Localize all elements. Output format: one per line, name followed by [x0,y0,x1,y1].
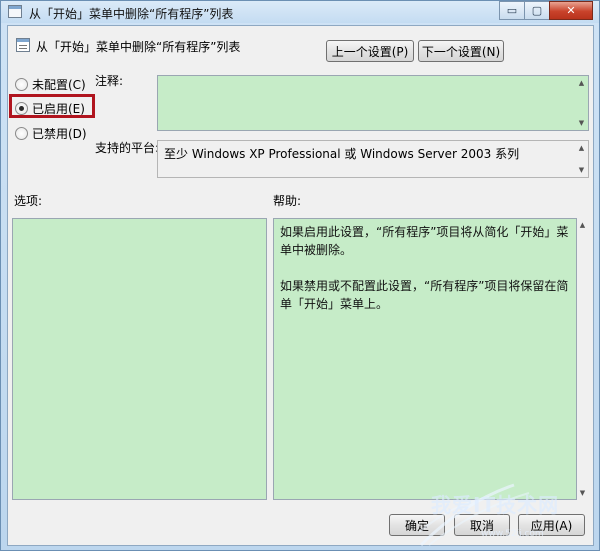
close-icon: ✕ [566,4,576,17]
maximize-icon: ▢ [531,4,543,17]
apply-button[interactable]: 应用(A) [518,514,585,536]
next-setting-button[interactable]: 下一个设置(N) [418,40,504,62]
radio-not-configured[interactable]: 未配置(C) [15,76,86,93]
help-label: 帮助: [273,194,302,208]
minimize-icon: ▭ [506,4,518,17]
policy-setting-icon [8,5,22,18]
scroll-up-icon[interactable]: ▲ [580,221,585,229]
close-button[interactable]: ✕ [549,1,593,20]
comment-scrollbar[interactable]: ▲ ▼ [577,79,586,127]
platform-scrollbar[interactable]: ▲ ▼ [577,144,586,174]
help-paragraph: 如果禁用或不配置此设置，“所有程序”项目将保留在简单「开始」菜单上。 [280,279,569,311]
setting-title: 从「开始」菜单中删除“所有程序”列表 [36,40,241,54]
scroll-down-icon[interactable]: ▼ [580,489,585,497]
dialog-client-area: 从「开始」菜单中删除“所有程序”列表 上一个设置(P) 下一个设置(N) 未配置… [7,25,594,546]
options-label: 选项: [14,194,43,208]
radio-circle[interactable] [15,78,28,91]
scroll-down-icon[interactable]: ▼ [579,119,584,127]
comment-label: 注释: [95,74,124,88]
supported-on-label: 支持的平台: [95,141,160,155]
window-controls: ▭ ▢ ✕ [499,1,593,20]
dialog-window: 从「开始」菜单中删除“所有程序”列表 ▭ ▢ ✕ 从「开始」菜单中删除“所有程序… [0,0,600,551]
cancel-button[interactable]: 取消 [454,514,510,536]
radio-disabled[interactable]: 已禁用(D) [15,125,87,142]
maximize-button[interactable]: ▢ [524,1,550,20]
radio-label: 未配置(C) [32,78,86,92]
minimize-button[interactable]: ▭ [499,1,525,20]
help-paragraph: 如果启用此设置，“所有程序”项目将从简化「开始」菜单中被删除。 [280,225,569,257]
radio-circle[interactable] [15,127,28,140]
help-scrollbar[interactable]: ▲ ▼ [577,218,588,500]
previous-setting-button[interactable]: 上一个设置(P) [326,40,414,62]
window-title: 从「开始」菜单中删除“所有程序”列表 [29,7,234,21]
title-bar[interactable]: 从「开始」菜单中删除“所有程序”列表 ▭ ▢ ✕ [1,1,599,23]
supported-on-box: 至少 Windows XP Professional 或 Windows Ser… [157,140,589,178]
setting-icon [16,38,30,52]
ok-button[interactable]: 确定 [389,514,445,536]
scroll-up-icon[interactable]: ▲ [579,144,584,152]
comment-textarea[interactable]: ▲ ▼ [157,75,589,131]
enabled-highlight-box [9,94,95,118]
supported-on-text: 至少 Windows XP Professional 或 Windows Ser… [164,147,520,161]
scroll-up-icon[interactable]: ▲ [579,79,584,87]
options-panel [12,218,267,500]
help-panel: 如果启用此设置，“所有程序”项目将从简化「开始」菜单中被删除。 如果禁用或不配置… [273,218,577,500]
scroll-down-icon[interactable]: ▼ [579,166,584,174]
radio-label: 已禁用(D) [32,127,87,141]
